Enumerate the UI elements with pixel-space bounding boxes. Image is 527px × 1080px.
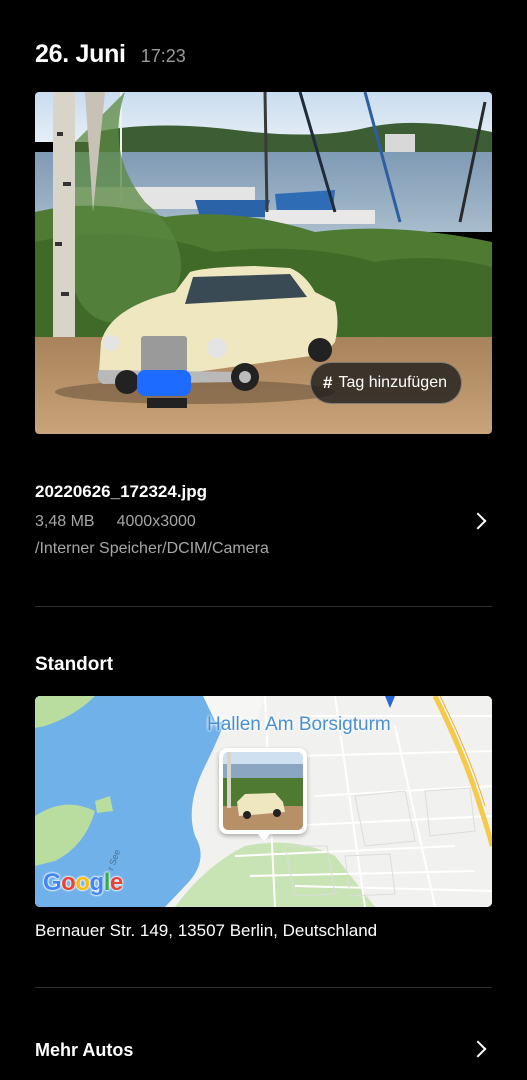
divider xyxy=(35,987,492,988)
hashtag-icon: # xyxy=(323,373,333,392)
photo-preview[interactable]: # Tag hinzufügen xyxy=(35,92,492,434)
add-tag-button[interactable]: # Tag hinzufügen xyxy=(310,362,462,404)
file-size: 3,48 MB xyxy=(35,513,95,530)
photo-time: 17:23 xyxy=(140,46,186,66)
file-meta: 3,48 MB 4000x3000 xyxy=(35,513,492,531)
map-photo-marker[interactable] xyxy=(219,748,307,841)
marker-thumbnail-image xyxy=(223,752,303,830)
photo-date: 26. Juni xyxy=(35,40,126,68)
file-path: /Interner Speicher/DCIM/Camera xyxy=(35,540,269,557)
photo-details-screen: 26. Juni 17:23 # Tag hinzufügen 20220626… xyxy=(0,0,527,1080)
divider xyxy=(35,606,492,607)
location-address: Bernauer Str. 149, 13507 Berlin, Deutsch… xyxy=(35,921,378,940)
map-place-label: Hallen Am Borsigturm xyxy=(207,714,391,735)
google-logo: Google xyxy=(43,869,123,896)
add-tag-label: Tag hinzufügen xyxy=(338,374,447,391)
location-map[interactable]: r See Hallen Am Borsigturm Google xyxy=(35,696,492,907)
file-info-row[interactable]: 20220626_172324.jpg 3,48 MB 4000x3000 /I… xyxy=(35,478,492,568)
location-section-title: Standort xyxy=(35,654,114,675)
chevron-right-icon xyxy=(469,1040,487,1058)
header: 26. Juni 17:23 xyxy=(35,40,186,69)
more-cars-row[interactable]: Mehr Autos xyxy=(35,1034,492,1066)
more-cars-label: Mehr Autos xyxy=(35,1040,134,1060)
file-resolution: 4000x3000 xyxy=(116,513,196,530)
file-name: 20220626_172324.jpg xyxy=(35,482,208,501)
